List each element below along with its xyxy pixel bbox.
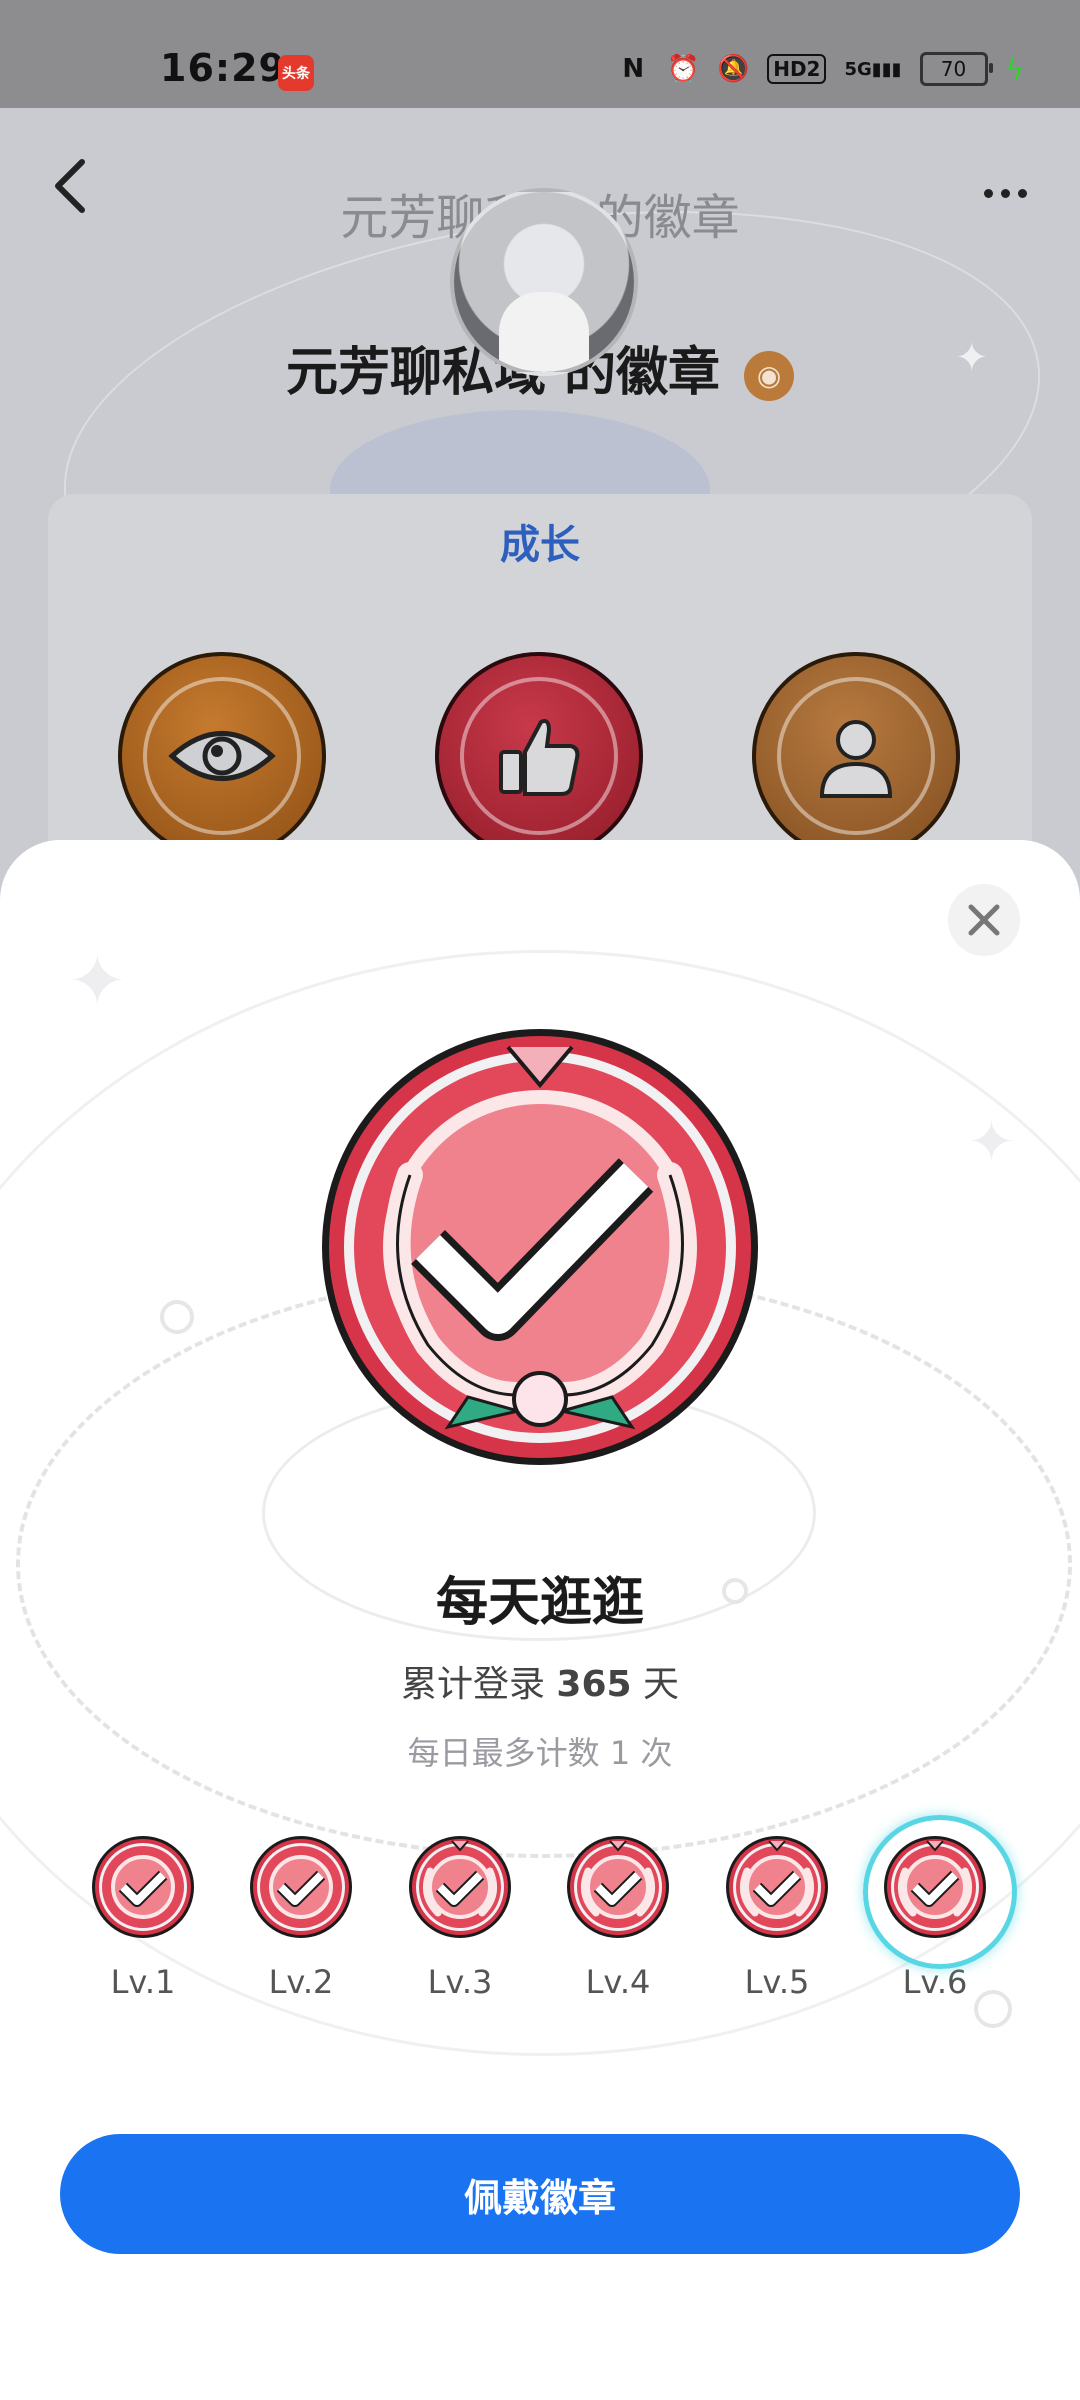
level-item-2[interactable]: Lv.2 xyxy=(226,1835,376,2001)
toutiao-app-icon: 头条 xyxy=(278,55,314,91)
thumbs-up-badge[interactable] xyxy=(435,652,643,860)
hd-icon: HD2 xyxy=(767,54,827,84)
badge-detail-sheet: ✦ ✦ 每天逛逛 累计登录 365 天 每日最多计数 1 次 Lv.1 Lv.2… xyxy=(0,840,1080,2400)
more-horizontal-icon xyxy=(983,188,993,198)
level-item-3[interactable]: Lv.3 xyxy=(385,1835,535,2001)
medal-graphic xyxy=(249,1835,353,1943)
level-selector: Lv.1 Lv.2 Lv.3 Lv.4 Lv.5 Lv.6 xyxy=(0,1815,1080,2005)
close-button[interactable] xyxy=(948,884,1020,956)
level-item-6[interactable]: Lv.6 xyxy=(860,1815,1017,2001)
daily-visit-badge-icon xyxy=(322,1029,758,1465)
avatar[interactable] xyxy=(450,188,638,376)
level-label: Lv.1 xyxy=(110,1963,176,2001)
charging-icon: ϟ xyxy=(1005,52,1024,86)
user-badge[interactable] xyxy=(752,652,960,860)
wear-badge-button[interactable]: 佩戴徽章 xyxy=(60,2134,1020,2254)
level-label: Lv.5 xyxy=(744,1963,810,2001)
selected-ring xyxy=(863,1815,1017,1969)
badge-limit-text: 每日最多计数 1 次 xyxy=(407,1734,673,1772)
more-button[interactable] xyxy=(970,178,1040,208)
level-label: Lv.2 xyxy=(268,1963,334,2001)
level-item-1[interactable]: Lv.1 xyxy=(68,1835,218,2001)
alarm-icon: ⏰ xyxy=(667,54,700,84)
medal-graphic xyxy=(725,1835,829,1943)
growth-section-title: 成长 xyxy=(500,522,580,568)
status-icons: Ν ⏰ 🔕 HD2 5G ▮▮▮ 70 ϟ xyxy=(617,52,1024,86)
level-badge-icon xyxy=(91,1835,195,1939)
medal-graphic xyxy=(91,1835,195,1943)
status-bar: 16:29 头条 Ν ⏰ 🔕 HD2 5G ▮▮▮ 70 ϟ xyxy=(0,0,1080,108)
level-label: Lv.4 xyxy=(585,1963,651,2001)
mute-icon: 🔕 xyxy=(717,54,750,84)
signal-icon: 5G ▮▮▮ xyxy=(844,58,902,80)
sparkle-icon: ✦ xyxy=(68,940,127,1022)
level-badge-icon xyxy=(408,1835,512,1939)
level-badge-icon xyxy=(249,1835,353,1939)
level-badge-icon xyxy=(725,1835,829,1939)
level-item-4[interactable]: Lv.4 xyxy=(543,1835,693,2001)
eye-badge[interactable] xyxy=(118,652,326,860)
nav-bar: 元芳聊私域 的徽章 xyxy=(0,108,1080,376)
clock: 16:29 xyxy=(160,46,286,90)
badge-name: 每天逛逛 xyxy=(435,1573,644,1633)
eye-badge-icon[interactable]: ◉ xyxy=(744,351,795,401)
medal-graphic xyxy=(408,1835,512,1943)
medal-graphic xyxy=(566,1835,670,1943)
battery-icon: 70 xyxy=(919,52,993,86)
nfc-icon: Ν xyxy=(622,54,645,84)
badge-description: 累计登录 365 天 xyxy=(400,1664,680,1705)
level-badge-icon xyxy=(566,1835,670,1939)
eye-icon xyxy=(168,731,276,781)
chevron-left-icon xyxy=(55,159,85,213)
level-label: Lv.3 xyxy=(427,1963,493,2001)
thumbs-up-icon xyxy=(499,719,580,796)
level-badge-icon xyxy=(863,1815,1017,1969)
level-item-5[interactable]: Lv.5 xyxy=(702,1835,852,2001)
close-icon xyxy=(968,904,1000,936)
sparkle-icon: ✦ xyxy=(968,1110,1015,1175)
user-icon xyxy=(819,720,893,798)
orbit-dot xyxy=(160,1300,194,1334)
back-button[interactable] xyxy=(50,156,110,226)
